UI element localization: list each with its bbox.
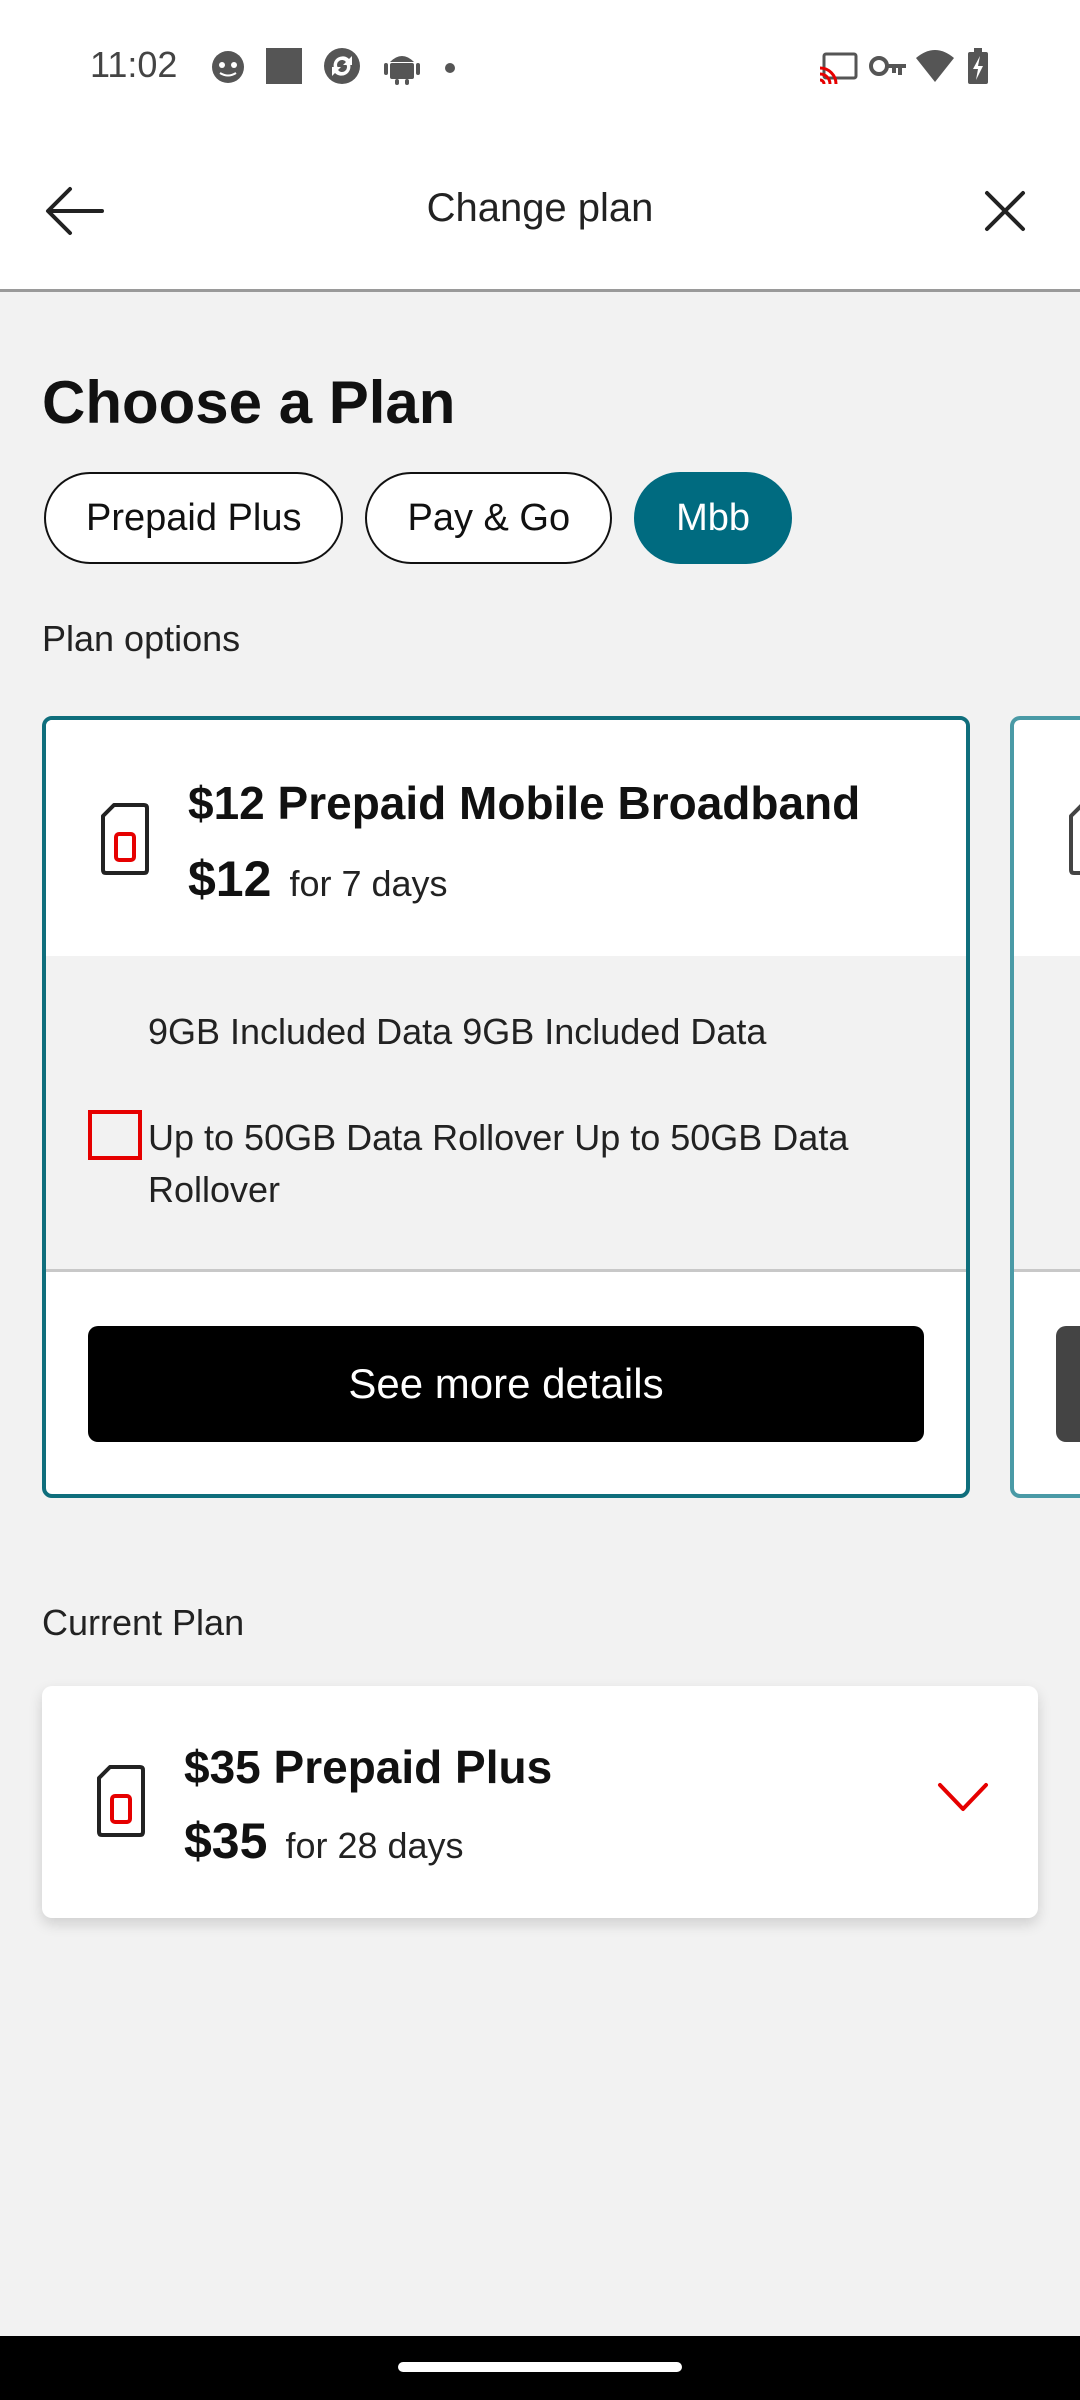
close-button[interactable] — [970, 176, 1040, 246]
plan-options-label: Plan options — [42, 618, 241, 659]
plan-name: $12 Prepaid Mobile Broadband — [188, 777, 861, 829]
sim-card-icon — [97, 1765, 145, 1837]
dot-icon — [445, 63, 455, 73]
android-icon — [384, 56, 420, 85]
tab-mbb[interactable]: Mbb — [634, 472, 793, 564]
status-bar: 11:02 — [0, 0, 1080, 136]
battery-charging-icon — [968, 48, 988, 84]
plan-type-tabs: Prepaid Plus Pay & Go Mbb — [44, 472, 793, 564]
plan-price: $12 — [188, 851, 272, 907]
plan-card-header: $12 Prepaid Mobile Broadband $12 for 7 d… — [46, 720, 966, 956]
see-more-details-button[interactable]: See more details — [88, 1326, 924, 1442]
plan-period: for 7 days — [289, 863, 448, 904]
next-plan-details-button[interactable] — [1056, 1326, 1080, 1442]
screen: 11:02 Change plan Choose a Plan Prepaid … — [0, 0, 1080, 2400]
square-icon — [266, 48, 302, 84]
current-plan-label: Current Plan — [42, 1602, 245, 1643]
home-indicator[interactable] — [398, 2362, 682, 2372]
header-title: Change plan — [426, 186, 654, 230]
key-icon — [869, 56, 906, 76]
current-plan-card[interactable]: $35 Prepaid Plus $35 for 28 days — [42, 1686, 1038, 1918]
feature-data-rollover: Up to 50GB Data Rollover Up to 50GB Data… — [148, 1117, 849, 1210]
app-header: Change plan — [0, 136, 1080, 292]
current-plan-price: $35 — [184, 1813, 268, 1869]
cast-icon — [819, 52, 858, 85]
plan-features: 9GB Included Data 9GB Included Data Up t… — [46, 956, 966, 1272]
sim-card-icon — [101, 803, 149, 875]
current-plan-price-row: $35 for 28 days — [184, 1812, 464, 1870]
sim-card-icon — [1069, 804, 1080, 875]
current-plan-name: $35 Prepaid Plus — [184, 1741, 553, 1793]
feature-included-data: 9GB Included Data 9GB Included Data — [148, 1011, 767, 1052]
wifi-icon — [916, 50, 954, 82]
expand-current-plan-button[interactable] — [928, 1762, 998, 1832]
close-icon — [985, 191, 1025, 231]
current-plan-period: for 28 days — [285, 1825, 464, 1866]
plan-price-row: $12 for 7 days — [188, 850, 448, 908]
tab-pay-and-go[interactable]: Pay & Go — [365, 472, 613, 564]
sync-icon — [324, 48, 360, 84]
chevron-down-icon — [938, 1783, 988, 1811]
cat-face-icon — [212, 51, 244, 83]
tab-prepaid-plus[interactable]: Prepaid Plus — [44, 472, 344, 564]
plan-card[interactable]: $12 Prepaid Mobile Broadband $12 for 7 d… — [42, 716, 970, 1498]
status-time: 11:02 — [90, 44, 178, 85]
feature-checkbox[interactable] — [88, 1110, 142, 1160]
next-plan-card[interactable] — [1010, 716, 1080, 1498]
next-plan-features — [1014, 956, 1080, 1272]
page-title: Choose a Plan — [42, 369, 456, 436]
